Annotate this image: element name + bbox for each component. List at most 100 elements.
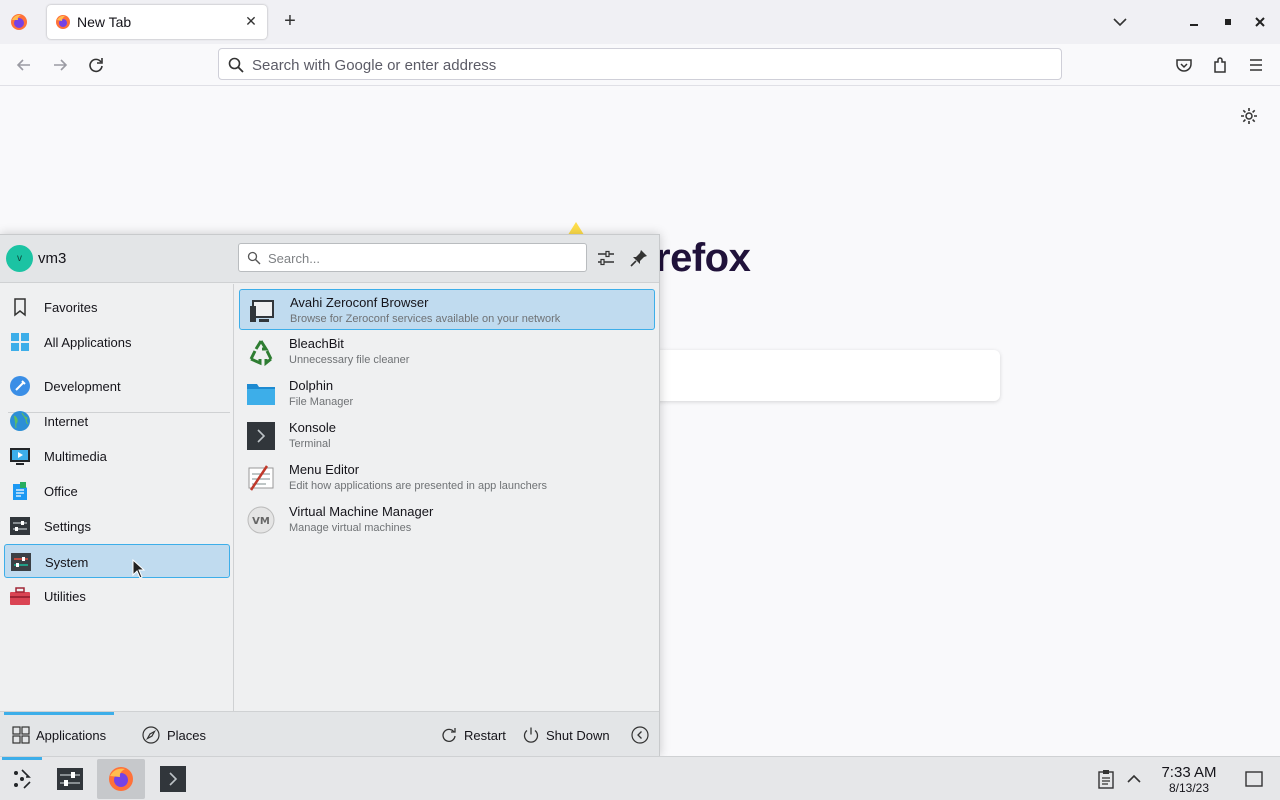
list-item[interactable]: Menu Editor Edit how applications are pr… [239, 457, 655, 498]
pin-icon[interactable] [628, 247, 650, 269]
launcher-footer: Applications Places Restart Shut Down [0, 711, 659, 756]
launcher-header: v vm3 Search... [0, 235, 659, 283]
category-sidebar: Favorites All Applications Development I… [0, 284, 234, 711]
extensions-icon[interactable] [1209, 54, 1231, 76]
tab-label: Places [167, 728, 207, 743]
list-item[interactable]: VM Virtual Machine Manager Manage virtua… [239, 499, 655, 540]
show-desktop-icon[interactable] [1244, 769, 1264, 789]
category-label: All Applications [44, 335, 132, 350]
restart-label: Restart [464, 728, 506, 743]
globe-icon [10, 411, 30, 431]
chevron-up-icon[interactable] [1125, 769, 1143, 789]
new-tab-button[interactable]: + [280, 11, 300, 31]
search-icon [247, 251, 261, 265]
tab-new-tab[interactable]: New Tab ✕ [47, 5, 267, 39]
close-tab-icon[interactable]: ✕ [243, 13, 259, 29]
category-favorites[interactable]: Favorites [4, 290, 230, 324]
category-development[interactable]: Development [4, 369, 230, 403]
firefox-favicon-icon [56, 15, 70, 29]
nav-bar: Search with Google or enter address [0, 44, 1280, 86]
clock-time[interactable]: 7:33 AM [1150, 764, 1228, 781]
app-description: File Manager [289, 396, 354, 408]
power-icon [523, 727, 539, 743]
app-name: BleachBit [289, 336, 344, 351]
taskbar-system-settings[interactable] [46, 759, 94, 799]
shutdown-label: Shut Down [546, 728, 610, 743]
restart-button[interactable]: Restart [440, 724, 512, 746]
system-icon [11, 553, 31, 571]
folder-icon [247, 384, 275, 405]
applications-grid-icon [12, 726, 30, 744]
category-all-applications[interactable]: All Applications [4, 325, 230, 359]
restart-icon [442, 728, 456, 742]
username: vm3 [38, 250, 67, 267]
app-name: Menu Editor [289, 462, 360, 477]
tab-applications[interactable]: Applications [4, 712, 119, 757]
back-arrow-icon[interactable] [13, 54, 35, 76]
kde-launcher-icon [14, 769, 31, 789]
application-list: Avahi Zeroconf Browser Browse for Zeroco… [235, 284, 659, 711]
launcher-search-input[interactable]: Search... [238, 243, 587, 272]
category-settings[interactable]: Settings [4, 509, 230, 543]
category-label: Internet [44, 414, 89, 429]
development-icon [10, 376, 30, 396]
clipboard-icon[interactable] [1097, 769, 1115, 789]
category-label: Office [44, 484, 78, 499]
app-name: Dolphin [289, 378, 334, 393]
hamburger-menu-icon[interactable] [1245, 54, 1267, 76]
gear-icon[interactable] [1239, 106, 1259, 126]
category-label: System [45, 555, 89, 570]
chevron-left-icon[interactable] [631, 726, 649, 744]
list-item[interactable]: Avahi Zeroconf Browser Browse for Zeroco… [239, 289, 655, 330]
search-placeholder: Search... [268, 251, 321, 266]
category-label: Multimedia [44, 449, 107, 464]
minimize-icon[interactable] [1184, 12, 1204, 32]
category-multimedia[interactable]: Multimedia [4, 439, 230, 473]
recycle-icon [249, 340, 273, 367]
url-bar[interactable]: Search with Google or enter address [218, 48, 1062, 80]
tab-label: Applications [36, 728, 107, 743]
pocket-icon[interactable] [1173, 54, 1195, 76]
avatar[interactable]: v [6, 245, 33, 272]
configure-icon[interactable] [595, 247, 617, 269]
clock-date[interactable]: 8/13/23 [1150, 781, 1228, 795]
tab-places[interactable]: Places [136, 712, 216, 757]
category-utilities[interactable]: Utilities [4, 579, 230, 613]
list-item[interactable]: Dolphin File Manager [239, 373, 655, 414]
office-icon [13, 482, 27, 500]
list-item[interactable]: Konsole Terminal [239, 415, 655, 456]
category-label: Utilities [44, 589, 86, 604]
chevron-down-icon[interactable] [1110, 12, 1130, 32]
terminal-icon [160, 766, 186, 792]
app-description: Manage virtual machines [289, 522, 412, 534]
network-computer-icon [250, 300, 274, 322]
app-name: Virtual Machine Manager [289, 504, 434, 519]
shutdown-button[interactable]: Shut Down [522, 724, 614, 746]
reload-icon[interactable] [85, 54, 107, 76]
compass-icon [142, 726, 160, 744]
app-name: Konsole [289, 420, 336, 435]
list-item[interactable]: BleachBit Unnecessary file cleaner [239, 331, 655, 372]
multimedia-icon [10, 448, 30, 465]
maximize-icon[interactable] [1218, 12, 1238, 32]
category-system[interactable]: System [4, 544, 230, 578]
forward-arrow-icon[interactable] [49, 54, 71, 76]
app-name: Avahi Zeroconf Browser [290, 295, 429, 310]
firefox-view-icon[interactable] [9, 12, 29, 32]
taskbar-firefox[interactable] [97, 759, 145, 799]
virtual-machine-icon: VM [247, 506, 275, 534]
svg-text:VM: VM [252, 516, 270, 527]
firefox-wordmark: refox [655, 236, 751, 280]
newtab-search-box[interactable] [640, 350, 1000, 401]
application-launcher-button[interactable] [2, 757, 42, 800]
taskbar-konsole[interactable] [149, 759, 197, 799]
category-label: Settings [44, 519, 91, 534]
terminal-icon [247, 422, 275, 450]
close-window-icon[interactable] [1250, 12, 1270, 32]
category-internet[interactable]: Internet [4, 404, 230, 438]
category-office[interactable]: Office [4, 474, 230, 508]
firefox-icon [109, 767, 133, 791]
search-icon [228, 57, 244, 73]
bookmark-icon [14, 298, 26, 317]
grid-apps-icon [11, 333, 29, 351]
